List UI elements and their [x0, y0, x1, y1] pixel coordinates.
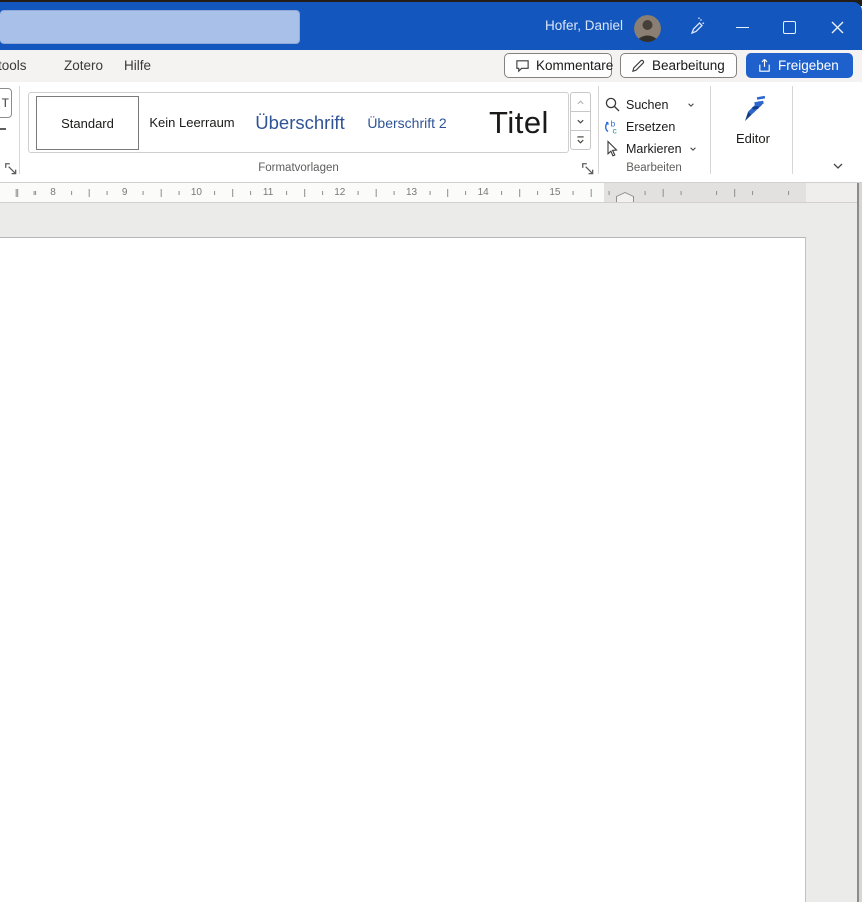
comments-label: Kommentare — [536, 58, 613, 73]
share-button[interactable]: Freigeben — [746, 53, 853, 78]
chevron-down-icon — [689, 145, 697, 153]
maximize-button[interactable] — [773, 12, 805, 42]
titlebar-search-input[interactable] — [0, 10, 300, 44]
ruler: 8 9 10 11 12 13 14 15 — [0, 183, 862, 203]
pencil-icon — [631, 58, 646, 73]
user-name[interactable]: Hofer, Daniel — [545, 2, 620, 50]
replace-button[interactable]: b c Ersetzen — [604, 116, 675, 137]
find-label: Suchen — [626, 98, 668, 112]
ruler-number: 8 — [47, 186, 59, 199]
menu-item-hilfe[interactable]: Hilfe — [124, 50, 151, 82]
editor-button[interactable]: Editor — [716, 86, 790, 176]
ruler-number: 15 — [546, 186, 563, 199]
ruler-number: 12 — [331, 186, 348, 199]
select-label: Markieren — [626, 142, 682, 156]
ruler-number: 13 — [403, 186, 420, 199]
word-window: Hofer, Daniel ertools — [0, 0, 862, 902]
replace-label: Ersetzen — [626, 120, 675, 134]
collapse-ribbon-button[interactable] — [828, 156, 848, 176]
clipped-ribbon-button[interactable]: T — [0, 88, 12, 118]
style-ueberschrift-2[interactable]: Überschrift 2 — [357, 93, 457, 152]
find-button[interactable]: Suchen — [604, 94, 695, 115]
maximize-icon — [783, 21, 796, 34]
comments-button[interactable]: Kommentare — [504, 53, 612, 78]
close-icon — [831, 21, 844, 34]
group-separator — [792, 86, 793, 174]
gallery-row-up-button[interactable] — [570, 92, 591, 112]
ruler-number: 14 — [475, 186, 492, 199]
gallery-more-button[interactable] — [570, 130, 591, 150]
group-separator — [598, 86, 599, 174]
avatar[interactable] — [634, 15, 661, 42]
style-kein-leerraum[interactable]: Kein Leerraum — [145, 93, 239, 152]
dialog-launcher-icon[interactable] — [4, 162, 18, 176]
menu-item-ertools[interactable]: ertools — [0, 50, 27, 82]
titlebar: Hofer, Daniel — [0, 2, 862, 50]
editor-label: Editor — [736, 131, 770, 146]
pen-sparkle-icon[interactable] — [686, 17, 706, 37]
style-titel[interactable]: Titel — [473, 93, 565, 152]
document-page[interactable] — [0, 237, 806, 902]
minimize-button[interactable] — [726, 12, 758, 42]
gallery-row-down-button[interactable] — [570, 111, 591, 131]
group-separator — [19, 86, 20, 174]
menubar: ertools Zotero Hilfe Kommentare Bearbeit… — [0, 50, 862, 82]
ruler-number: 11 — [260, 186, 276, 199]
styles-gallery: Standard Kein Leerraum Überschrift Übers… — [28, 92, 569, 153]
editing-mode-label: Bearbeitung — [652, 58, 725, 73]
svg-text:c: c — [613, 126, 618, 136]
share-label: Freigeben — [778, 58, 839, 73]
document-area — [0, 203, 862, 902]
ruler-number: 10 — [188, 186, 205, 199]
ribbon: T Standard Kein Leerraum Überschrift Übe… — [0, 82, 862, 183]
styles-gallery-scroll — [570, 92, 591, 150]
styles-dialog-launcher-icon[interactable] — [581, 162, 595, 176]
comment-icon — [515, 58, 530, 73]
editor-pen-icon — [738, 94, 768, 124]
menu-item-zotero[interactable]: Zotero — [64, 50, 103, 82]
share-icon — [757, 58, 772, 73]
editing-mode-button[interactable]: Bearbeitung — [620, 53, 737, 78]
editing-group-label: Bearbeiten — [600, 162, 708, 174]
close-button[interactable] — [821, 12, 853, 42]
magnifier-icon — [604, 96, 621, 113]
minimize-icon — [736, 27, 749, 28]
clipped-dropdown-arrow[interactable] — [0, 128, 6, 130]
group-separator — [710, 86, 711, 174]
style-ueberschrift[interactable]: Überschrift — [245, 93, 355, 152]
chevron-down-icon — [687, 101, 695, 109]
replace-icon: b c — [604, 118, 621, 135]
styles-group-label: Formatvorlagen — [28, 162, 569, 174]
ruler-number: 9 — [119, 186, 131, 199]
cursor-icon — [604, 140, 621, 157]
style-standard[interactable]: Standard — [36, 96, 139, 150]
select-button[interactable]: Markieren — [604, 138, 697, 159]
